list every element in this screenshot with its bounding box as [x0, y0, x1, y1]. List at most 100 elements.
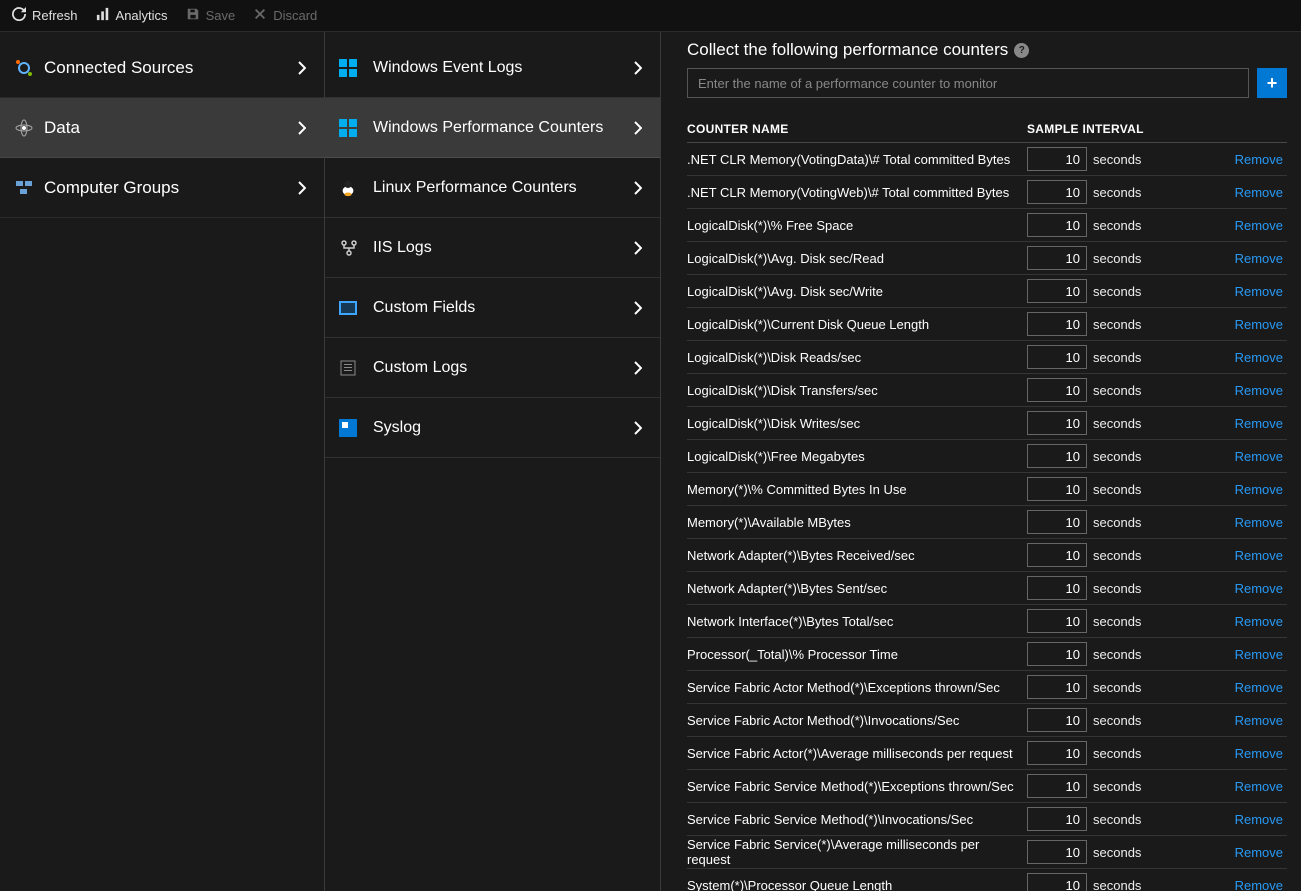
interval-input[interactable]	[1027, 807, 1087, 831]
nav-syslog[interactable]: Syslog	[325, 398, 660, 458]
interval-unit: seconds	[1093, 614, 1141, 629]
interval-input[interactable]	[1027, 444, 1087, 468]
interval-input[interactable]	[1027, 576, 1087, 600]
counter-name: Service Fabric Actor Method(*)\Invocatio…	[687, 713, 1027, 728]
nav-windows-event-logs[interactable]: Windows Event Logs	[325, 38, 660, 98]
remove-link[interactable]: Remove	[1235, 581, 1283, 596]
remove-link[interactable]: Remove	[1235, 482, 1283, 497]
remove-link[interactable]: Remove	[1235, 680, 1283, 695]
remove-link[interactable]: Remove	[1235, 845, 1283, 860]
interval-input[interactable]	[1027, 840, 1087, 864]
remove-link[interactable]: Remove	[1235, 218, 1283, 233]
nav-windows-perf-counters[interactable]: Windows Performance Counters	[325, 98, 660, 158]
interval-input[interactable]	[1027, 213, 1087, 237]
interval-input[interactable]	[1027, 378, 1087, 402]
counter-interval: seconds	[1027, 807, 1182, 831]
chevron-right-icon	[630, 241, 646, 255]
chevron-right-icon	[630, 361, 646, 375]
counter-row: Network Interface(*)\Bytes Total/secseco…	[687, 605, 1287, 638]
remove-link[interactable]: Remove	[1235, 713, 1283, 728]
save-button[interactable]: Save	[186, 7, 236, 24]
chevron-right-icon	[630, 61, 646, 75]
remove-link[interactable]: Remove	[1235, 779, 1283, 794]
counter-interval: seconds	[1027, 213, 1182, 237]
interval-input[interactable]	[1027, 675, 1087, 699]
interval-input[interactable]	[1027, 180, 1087, 204]
remove-link[interactable]: Remove	[1235, 284, 1283, 299]
remove-link[interactable]: Remove	[1235, 350, 1283, 365]
th-counter-name: COUNTER NAME	[687, 122, 1027, 136]
nav-data-label: Data	[44, 118, 294, 138]
remove-link[interactable]: Remove	[1235, 878, 1283, 891]
interval-input[interactable]	[1027, 477, 1087, 501]
interval-input[interactable]	[1027, 147, 1087, 171]
interval-input[interactable]	[1027, 741, 1087, 765]
interval-input[interactable]	[1027, 774, 1087, 798]
counter-name: LogicalDisk(*)\Current Disk Queue Length	[687, 317, 1027, 332]
interval-unit: seconds	[1093, 746, 1141, 761]
counter-name: .NET CLR Memory(VotingWeb)\# Total commi…	[687, 185, 1027, 200]
interval-input[interactable]	[1027, 609, 1087, 633]
nav-custom-fields[interactable]: Custom Fields	[325, 278, 660, 338]
counter-name: LogicalDisk(*)\Avg. Disk sec/Read	[687, 251, 1027, 266]
interval-unit: seconds	[1093, 581, 1141, 596]
nav-computer-groups[interactable]: Computer Groups	[0, 158, 324, 218]
counter-name: Memory(*)\% Committed Bytes In Use	[687, 482, 1027, 497]
interval-input[interactable]	[1027, 279, 1087, 303]
custom-logs-icon	[339, 359, 373, 377]
interval-unit: seconds	[1093, 482, 1141, 497]
counter-row: Service Fabric Service Method(*)\Excepti…	[687, 770, 1287, 803]
counter-row: LogicalDisk(*)\Current Disk Queue Length…	[687, 308, 1287, 341]
nav-linux-perf-counters[interactable]: Linux Performance Counters	[325, 158, 660, 218]
discard-button[interactable]: Discard	[253, 7, 317, 24]
counter-name: LogicalDisk(*)\Avg. Disk sec/Write	[687, 284, 1027, 299]
interval-input[interactable]	[1027, 510, 1087, 534]
interval-input[interactable]	[1027, 312, 1087, 336]
interval-unit: seconds	[1093, 416, 1141, 431]
interval-unit: seconds	[1093, 185, 1141, 200]
remove-link[interactable]: Remove	[1235, 812, 1283, 827]
interval-input[interactable]	[1027, 345, 1087, 369]
interval-input[interactable]	[1027, 411, 1087, 435]
remove-link[interactable]: Remove	[1235, 515, 1283, 530]
interval-input[interactable]	[1027, 246, 1087, 270]
counter-search-input[interactable]	[687, 68, 1249, 98]
add-counter-button[interactable]: +	[1257, 68, 1287, 98]
nav-custom-logs[interactable]: Custom Logs	[325, 338, 660, 398]
counter-name: .NET CLR Memory(VotingData)\# Total comm…	[687, 152, 1027, 167]
remove-link[interactable]: Remove	[1235, 614, 1283, 629]
remove-link[interactable]: Remove	[1235, 746, 1283, 761]
remove-link[interactable]: Remove	[1235, 383, 1283, 398]
counter-interval: seconds	[1027, 543, 1182, 567]
counter-name: Memory(*)\Available MBytes	[687, 515, 1027, 530]
interval-input[interactable]	[1027, 708, 1087, 732]
interval-input[interactable]	[1027, 642, 1087, 666]
counter-row: LogicalDisk(*)\Avg. Disk sec/Readseconds…	[687, 242, 1287, 275]
counter-name: Processor(_Total)\% Processor Time	[687, 647, 1027, 662]
nav-iis-logs[interactable]: IIS Logs	[325, 218, 660, 278]
interval-unit: seconds	[1093, 647, 1141, 662]
analytics-button[interactable]: Analytics	[96, 7, 168, 24]
counter-interval: seconds	[1027, 378, 1182, 402]
refresh-button[interactable]: Refresh	[12, 7, 78, 24]
chevron-right-icon	[294, 181, 310, 195]
remove-link[interactable]: Remove	[1235, 416, 1283, 431]
interval-unit: seconds	[1093, 845, 1141, 860]
remove-link[interactable]: Remove	[1235, 548, 1283, 563]
remove-link[interactable]: Remove	[1235, 185, 1283, 200]
counter-interval: seconds	[1027, 642, 1182, 666]
nav-custom-logs-label: Custom Logs	[373, 359, 630, 377]
interval-unit: seconds	[1093, 713, 1141, 728]
interval-input[interactable]	[1027, 543, 1087, 567]
help-icon[interactable]: ?	[1014, 43, 1029, 58]
remove-link[interactable]: Remove	[1235, 317, 1283, 332]
nav-data[interactable]: Data	[0, 98, 324, 158]
nav-connected-sources[interactable]: Connected Sources	[0, 38, 324, 98]
counter-row: .NET CLR Memory(VotingWeb)\# Total commi…	[687, 176, 1287, 209]
remove-link[interactable]: Remove	[1235, 647, 1283, 662]
remove-link[interactable]: Remove	[1235, 152, 1283, 167]
interval-input[interactable]	[1027, 873, 1087, 891]
remove-link[interactable]: Remove	[1235, 449, 1283, 464]
counter-row: LogicalDisk(*)\Avg. Disk sec/Writesecond…	[687, 275, 1287, 308]
remove-link[interactable]: Remove	[1235, 251, 1283, 266]
